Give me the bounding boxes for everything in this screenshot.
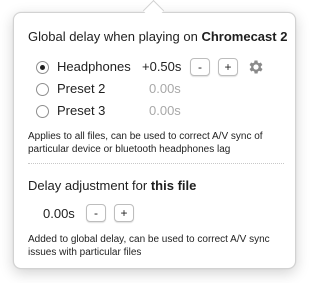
file-delay-note: Added to global delay, can be used to co… — [28, 234, 270, 258]
file-decrease-button[interactable]: - — [86, 204, 106, 222]
global-delay-title: Global delay when playing on Chromecast … — [28, 29, 287, 44]
file-delay-title: Delay adjustment for this file — [28, 178, 196, 193]
preset-label-3[interactable]: Preset 3 — [57, 103, 105, 118]
section-divider — [28, 163, 284, 164]
file-increase-button[interactable]: + — [114, 204, 134, 222]
global-increase-button[interactable]: + — [218, 58, 238, 76]
global-decrease-button[interactable]: - — [190, 58, 210, 76]
file-delay-value: 0.00s — [43, 206, 75, 221]
radio-preset-3[interactable] — [36, 104, 49, 118]
preset-row-headphones[interactable] — [36, 58, 49, 76]
global-delay-note: Applies to all files, can be used to cor… — [28, 131, 263, 155]
radio-preset-2[interactable] — [36, 82, 49, 96]
preset-row-2[interactable] — [36, 80, 49, 98]
device-name: Chromecast 2 — [201, 29, 288, 44]
preset-value-2: 0.00s — [149, 81, 181, 96]
preset-label-headphones[interactable]: Headphones — [57, 59, 131, 74]
global-delay-title-prefix: Global delay when playing on — [28, 29, 202, 44]
preset-value-headphones: +0.50s — [142, 59, 182, 74]
delay-popover: Global delay when playing on Chromecast … — [13, 12, 296, 269]
gear-icon[interactable] — [247, 58, 265, 76]
preset-row-3[interactable] — [36, 102, 49, 120]
file-delay-title-prefix: Delay adjustment for — [28, 178, 151, 193]
radio-headphones[interactable] — [36, 60, 49, 74]
preset-value-3: 0.00s — [149, 103, 181, 118]
preset-label-2[interactable]: Preset 2 — [57, 81, 105, 96]
file-delay-title-emphasis: this file — [150, 178, 197, 193]
